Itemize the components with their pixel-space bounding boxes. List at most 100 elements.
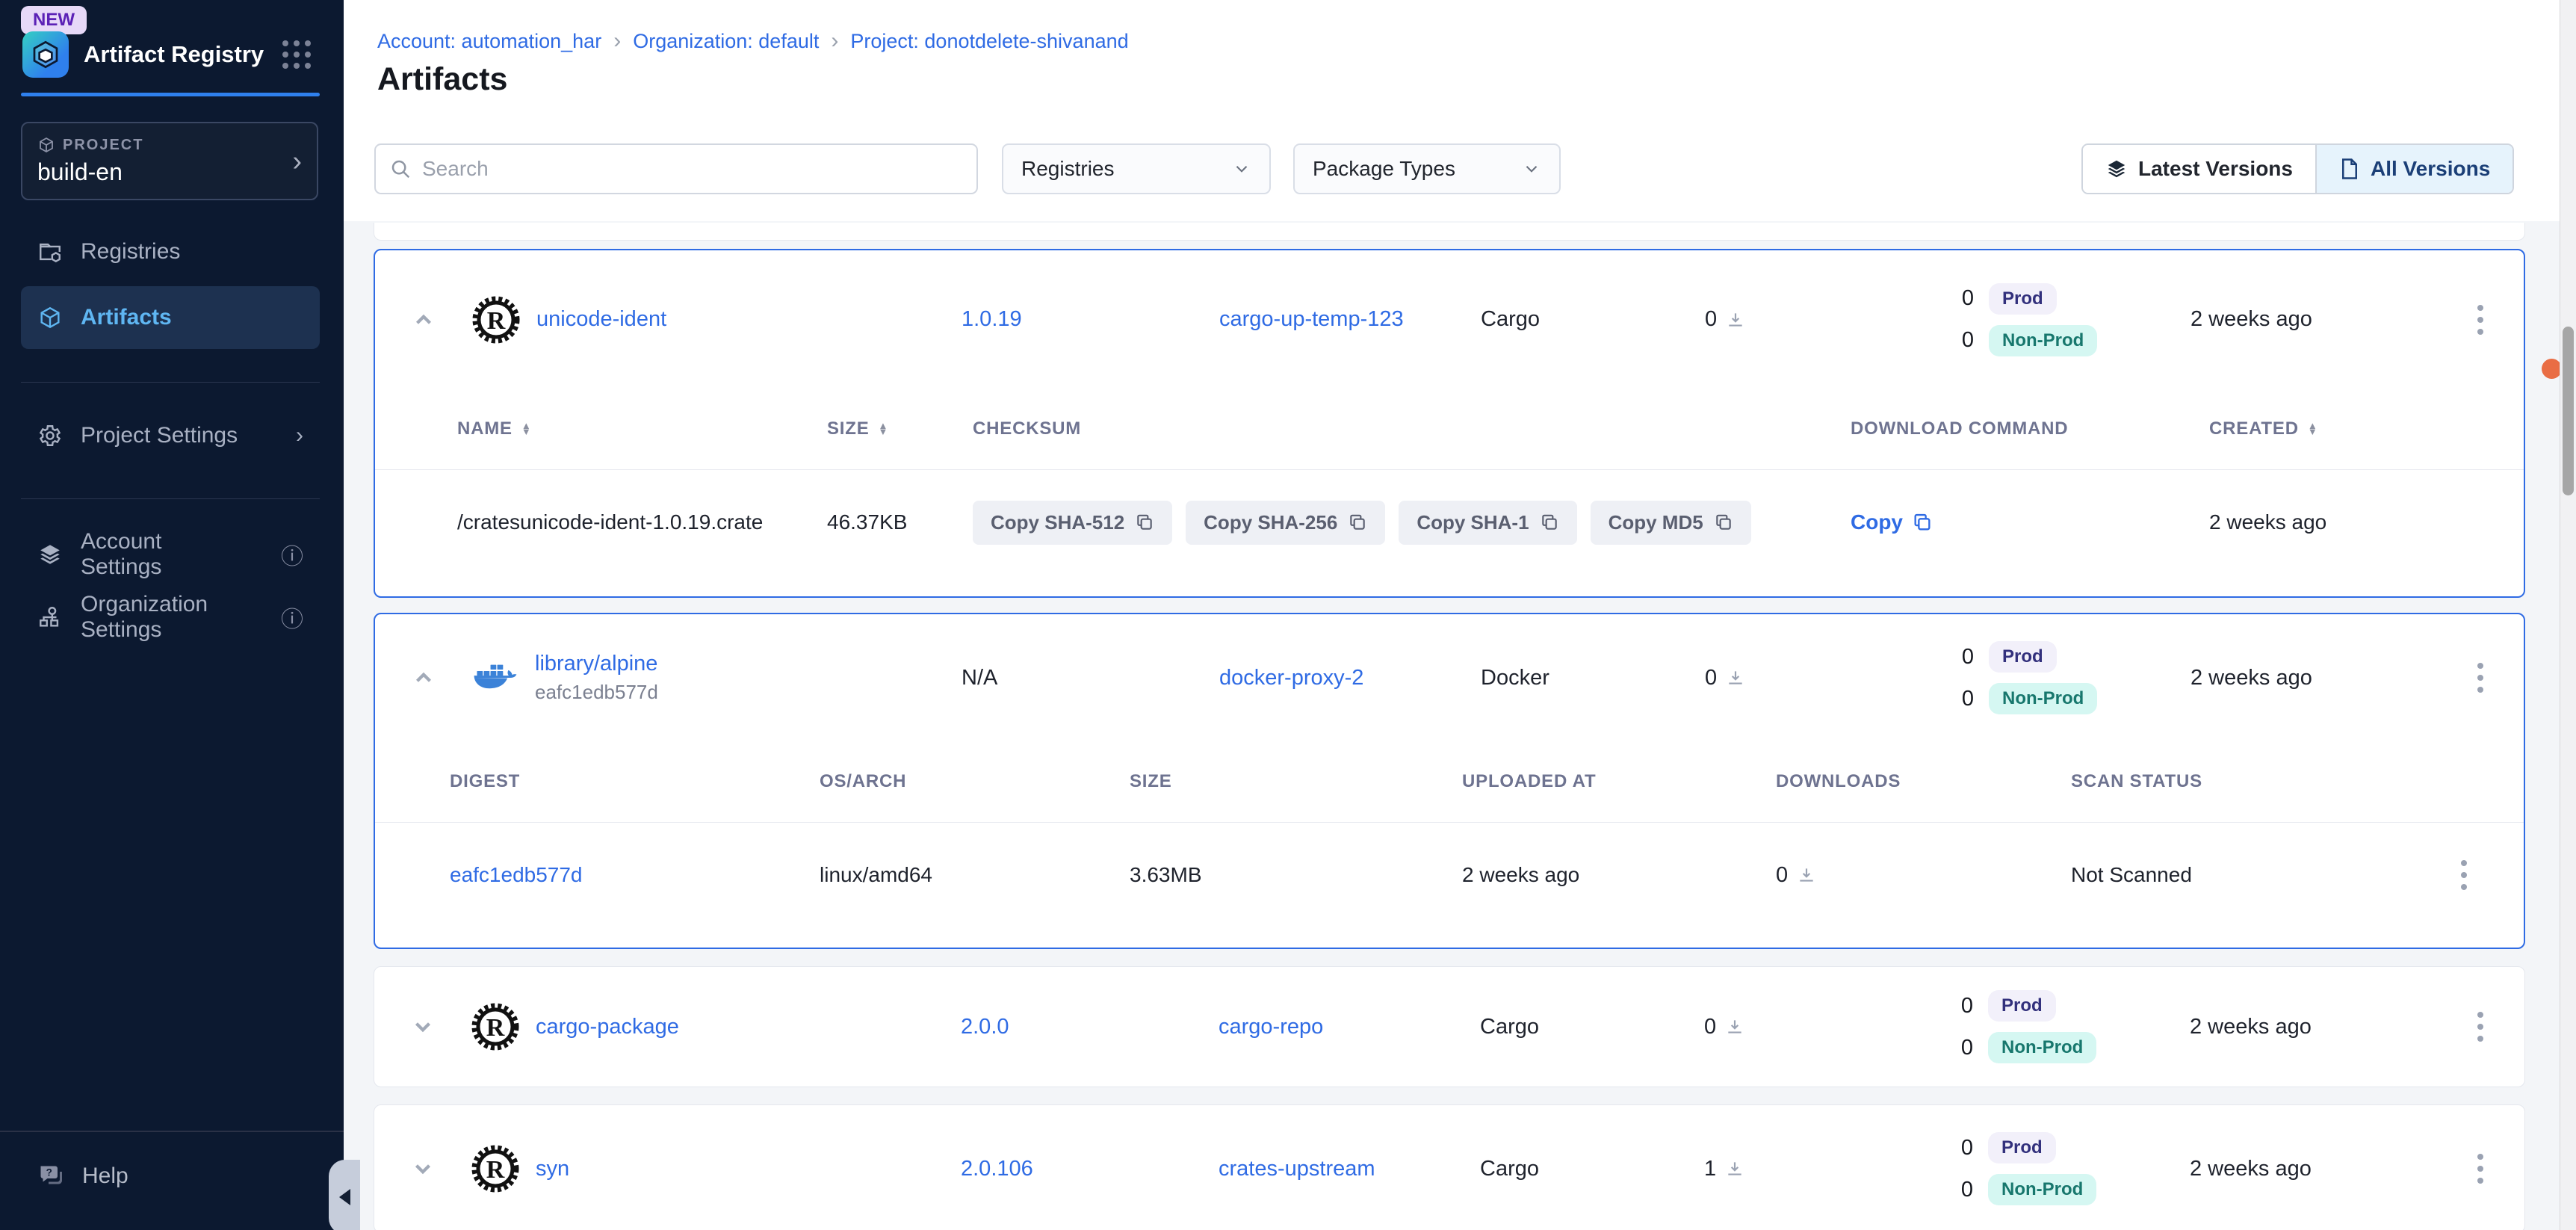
artifact-registry-link[interactable]: docker-proxy-2 xyxy=(1219,666,1363,690)
sidebar-item-label: Artifacts xyxy=(81,305,172,330)
breadcrumb-account-link[interactable]: Account: automation_har xyxy=(377,30,601,53)
copy-sha1-button[interactable]: Copy SHA-1 xyxy=(1399,501,1576,545)
chevron-down-icon xyxy=(1232,159,1251,179)
artifact-name-link[interactable]: unicode-ident xyxy=(536,307,666,332)
files-subtable: NAME ▲▼ SIZE ▲▼ CHECKSUM DOWNLOAD COMMAN… xyxy=(375,389,2524,575)
scan-status: Not Scanned xyxy=(2071,863,2403,887)
collapse-row-button[interactable] xyxy=(375,665,472,690)
latest-versions-button[interactable]: Latest Versions xyxy=(2083,145,2315,193)
breadcrumb-project-link[interactable]: Project: donotdelete-shivanand xyxy=(850,30,1128,53)
copy-icon xyxy=(1540,513,1559,532)
digest-link[interactable]: eafc1edb577d xyxy=(450,863,583,886)
download-icon xyxy=(1726,310,1745,330)
package-type: Docker xyxy=(1481,666,1705,690)
sidebar-item-account-settings[interactable]: Account Settings ⓘ xyxy=(21,523,320,586)
prod-badge: Prod xyxy=(1988,990,2056,1022)
module-active-underline xyxy=(21,93,320,96)
artifact-row: R unicode-ident 1.0.19 cargo-up-temp-123… xyxy=(375,250,2524,389)
column-header: SCAN STATUS xyxy=(2071,771,2202,792)
sidebar-collapse-button[interactable] xyxy=(329,1160,360,1230)
chevron-right-icon: › xyxy=(613,28,621,54)
row-menu-kebab-icon[interactable] xyxy=(2458,1012,2503,1042)
nonprod-badge: Non-Prod xyxy=(1988,1174,2096,1205)
sidebar: NEW Artifact Registry xyxy=(0,0,344,1230)
breadcrumb-org-link[interactable]: Organization: default xyxy=(633,30,819,53)
info-icon[interactable]: ⓘ xyxy=(281,601,303,634)
module-grid-icon[interactable] xyxy=(282,40,311,69)
svg-text:R: R xyxy=(486,1014,505,1042)
sidebar-item-artifacts[interactable]: Artifacts xyxy=(21,286,320,349)
row-menu-kebab-icon[interactable] xyxy=(2458,663,2503,693)
os-arch: linux/amd64 xyxy=(820,863,1130,887)
expand-row-button[interactable] xyxy=(374,1156,471,1181)
prod-badge: Prod xyxy=(1988,1132,2056,1163)
artifact-version-link[interactable]: 2.0.0 xyxy=(961,1015,1009,1039)
sort-icon[interactable]: ▲▼ xyxy=(879,423,889,435)
info-icon[interactable]: ⓘ xyxy=(281,538,303,571)
package-type: Cargo xyxy=(1480,1157,1704,1181)
nonprod-count: 0 xyxy=(1951,328,1974,353)
sidebar-item-label: Account Settings xyxy=(81,529,245,580)
project-selector[interactable]: PROJECT build-en › xyxy=(21,122,318,200)
column-header: DIGEST xyxy=(450,771,520,792)
package-types-filter-dropdown[interactable]: Package Types xyxy=(1293,143,1561,194)
layers-icon xyxy=(37,542,63,567)
scrollbar-thumb[interactable] xyxy=(2563,327,2574,495)
package-type: Cargo xyxy=(1480,1015,1704,1039)
column-header: UPLOADED AT xyxy=(1462,771,1596,792)
sidebar-item-organization-settings[interactable]: Organization Settings ⓘ xyxy=(21,586,320,649)
collapse-row-button[interactable] xyxy=(375,307,472,333)
sidebar-item-label: Organization Settings xyxy=(81,592,245,643)
sidebar-item-registries[interactable]: Registries xyxy=(21,220,320,283)
sort-icon[interactable]: ▲▼ xyxy=(2308,423,2318,435)
artifact-registry-link[interactable]: cargo-repo xyxy=(1219,1015,1323,1039)
column-header: NAME xyxy=(457,418,513,439)
help-chat-icon: ? xyxy=(37,1163,64,1190)
column-header: SIZE xyxy=(1130,771,1172,792)
docker-icon xyxy=(472,659,518,696)
uploaded-at: 2 weeks ago xyxy=(1462,863,1776,887)
project-cube-icon xyxy=(37,136,55,154)
sidebar-item-help[interactable]: ? Help xyxy=(37,1163,129,1190)
row-menu-kebab-icon[interactable] xyxy=(2458,305,2503,335)
cargo-package-icon: R xyxy=(471,1145,519,1193)
artifact-name-link[interactable]: cargo-package xyxy=(536,1015,679,1039)
collapse-left-icon xyxy=(339,1189,350,1205)
row-menu-kebab-icon[interactable] xyxy=(2442,860,2486,890)
artifact-version-link[interactable]: 1.0.19 xyxy=(962,307,1022,331)
search-input[interactable] xyxy=(422,157,963,181)
nonprod-badge: Non-Prod xyxy=(1989,325,2097,356)
prod-badge: Prod xyxy=(1989,641,2057,673)
artifact-row: R syn 2.0.106 crates-upstream Cargo 1 xyxy=(374,1105,2524,1230)
sort-icon[interactable]: ▲▼ xyxy=(521,423,532,435)
artifact-name-link[interactable]: syn xyxy=(536,1157,569,1181)
chevron-right-icon: › xyxy=(292,147,302,176)
copy-download-command-button[interactable]: Copy xyxy=(1851,510,2209,534)
copy-sha512-button[interactable]: Copy SHA-512 xyxy=(973,501,1172,545)
layers-icon xyxy=(2105,158,2128,180)
copy-md5-button[interactable]: Copy MD5 xyxy=(1591,501,1751,545)
copy-icon xyxy=(1714,513,1733,532)
cargo-package-icon: R xyxy=(472,296,520,344)
vertical-scrollbar[interactable] xyxy=(2560,0,2576,1230)
chevron-right-icon: › xyxy=(296,423,303,448)
row-menu-kebab-icon[interactable] xyxy=(2458,1154,2503,1184)
download-icon xyxy=(1726,668,1745,687)
sidebar-item-project-settings[interactable]: Project Settings › xyxy=(21,404,320,467)
column-header: DOWNLOADS xyxy=(1776,771,1901,792)
artifact-registry-link[interactable]: crates-upstream xyxy=(1219,1157,1375,1181)
registries-filter-dropdown[interactable]: Registries xyxy=(1002,143,1271,194)
all-versions-button[interactable]: All Versions xyxy=(2315,145,2512,193)
downloads-count: 0 xyxy=(1705,666,1717,690)
svg-text:?: ? xyxy=(46,1166,52,1178)
artifact-registry-link[interactable]: cargo-up-temp-123 xyxy=(1219,307,1404,331)
download-icon xyxy=(1725,1159,1744,1178)
artifact-version-link[interactable]: 2.0.106 xyxy=(961,1157,1033,1181)
artifact-name-link[interactable]: library/alpine xyxy=(535,652,658,676)
search-icon xyxy=(389,158,412,180)
downloads-count: 0 xyxy=(1704,1015,1716,1039)
expand-row-button[interactable] xyxy=(374,1014,471,1039)
copy-sha256-button[interactable]: Copy SHA-256 xyxy=(1186,501,1385,545)
download-icon xyxy=(1725,1017,1744,1036)
project-name: build-en xyxy=(37,158,292,186)
